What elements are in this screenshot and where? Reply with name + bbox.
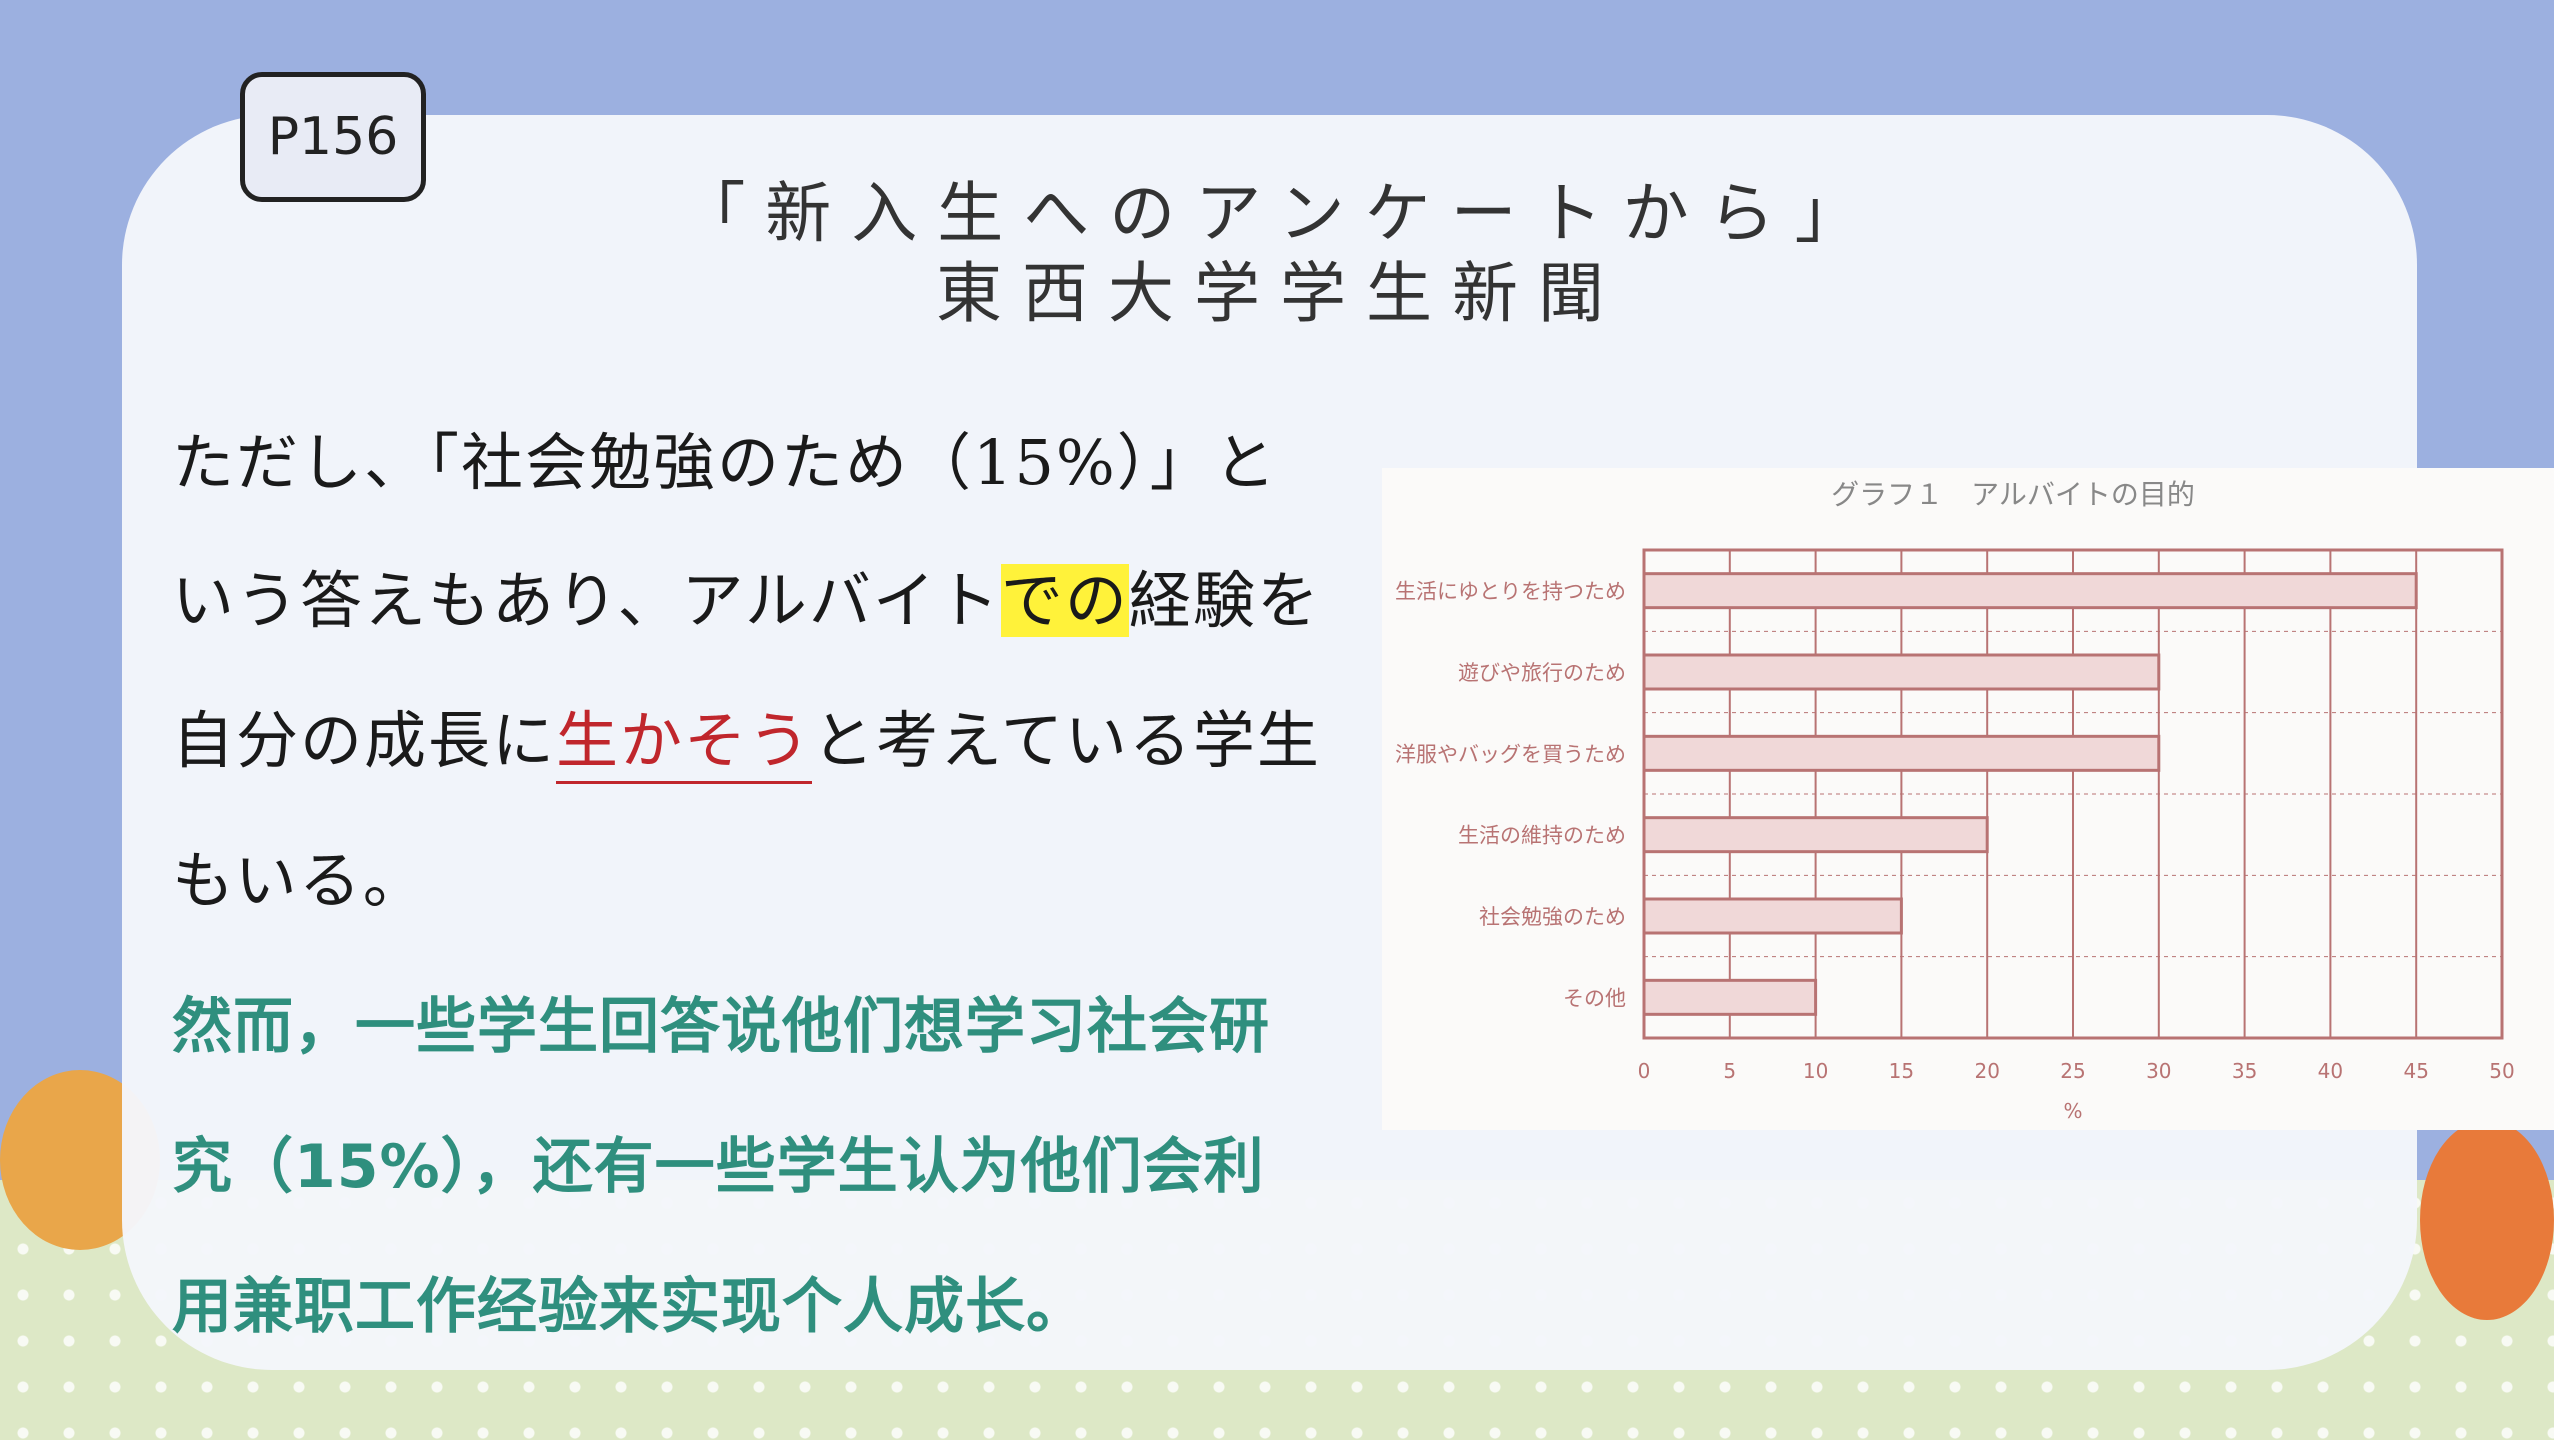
x-axis-label: % <box>2063 1099 2082 1123</box>
chinese-line-1: 然而，一些学生回答说他们想学习社会研 <box>172 992 1270 1062</box>
x-tick-label: 20 <box>1974 1059 1999 1083</box>
chart-panel: グラフ１ アルバイトの目的 0 5 10 15 20 25 30 35 40 45 50% 生活にゆとり… <box>1382 468 2554 1130</box>
japanese-line-4: もいる。 <box>172 844 427 917</box>
x-tick-label: 10 <box>1803 1059 1828 1083</box>
x-tick-label: 0 <box>1638 1059 1651 1083</box>
japanese-line-3: 自分の成長に生かそうと考えている学生 <box>172 690 1321 784</box>
mascot-decoration-right <box>2420 1120 2554 1320</box>
category-label: 社会勉強のため <box>1479 905 1626 929</box>
japanese-line-1: ただし、「社会勉強のため（15%）」と <box>172 426 1278 499</box>
category-label: 生活の維持のため <box>1458 824 1626 848</box>
x-tick-label: 50 <box>2489 1059 2514 1083</box>
x-tick-label: 30 <box>2146 1059 2171 1083</box>
japanese-line-3-start: 自分の成長に <box>172 704 557 777</box>
highlighted-word: での <box>1000 564 1129 637</box>
x-tick-label: 35 <box>2232 1059 2257 1083</box>
bar-chart: グラフ１ アルバイトの目的 0 5 10 15 20 25 30 35 40 45 50% 生活にゆとり… <box>1395 478 2515 1123</box>
chinese-line-3: 用兼职工作经验来实现个人成长。 <box>172 1272 1087 1342</box>
emphasized-word: 生かそう <box>556 704 813 784</box>
x-tick-label: 5 <box>1723 1059 1736 1083</box>
page-number-badge: P156 <box>240 72 426 202</box>
x-tick-label: 25 <box>2060 1059 2085 1083</box>
japanese-line-3-end: と考えている学生 <box>812 704 1321 777</box>
x-tick-label: 40 <box>2318 1059 2343 1083</box>
category-label: その他 <box>1563 986 1626 1010</box>
title-line-2: 東西大学学生新聞 <box>936 255 1624 332</box>
bar-0 <box>1642 572 2418 610</box>
bar-4 <box>1642 897 1903 935</box>
bar-2 <box>1642 734 2161 772</box>
chinese-line-2: 究（15%），还有一些学生认为他们会利 <box>172 1132 1265 1202</box>
bar-5 <box>1642 978 1818 1016</box>
x-tick-label: 45 <box>2403 1059 2428 1083</box>
bar-3 <box>1642 816 1989 854</box>
japanese-line-2-start: いう答えもあり、アルバイト <box>172 564 1001 637</box>
japanese-line-2: いう答えもあり、アルバイトでの経験を <box>172 550 1321 640</box>
japanese-line-2-end: 経験を <box>1128 564 1321 637</box>
category-label: 遊びや旅行のため <box>1458 661 1626 685</box>
category-label: 生活にゆとりを持つため <box>1395 580 1626 604</box>
category-label: 洋服やバッグを買うため <box>1395 742 1626 766</box>
x-tick-label: 15 <box>1889 1059 1914 1083</box>
chart-title: グラフ１ アルバイトの目的 <box>1831 478 2195 511</box>
bar-1 <box>1642 653 2161 691</box>
